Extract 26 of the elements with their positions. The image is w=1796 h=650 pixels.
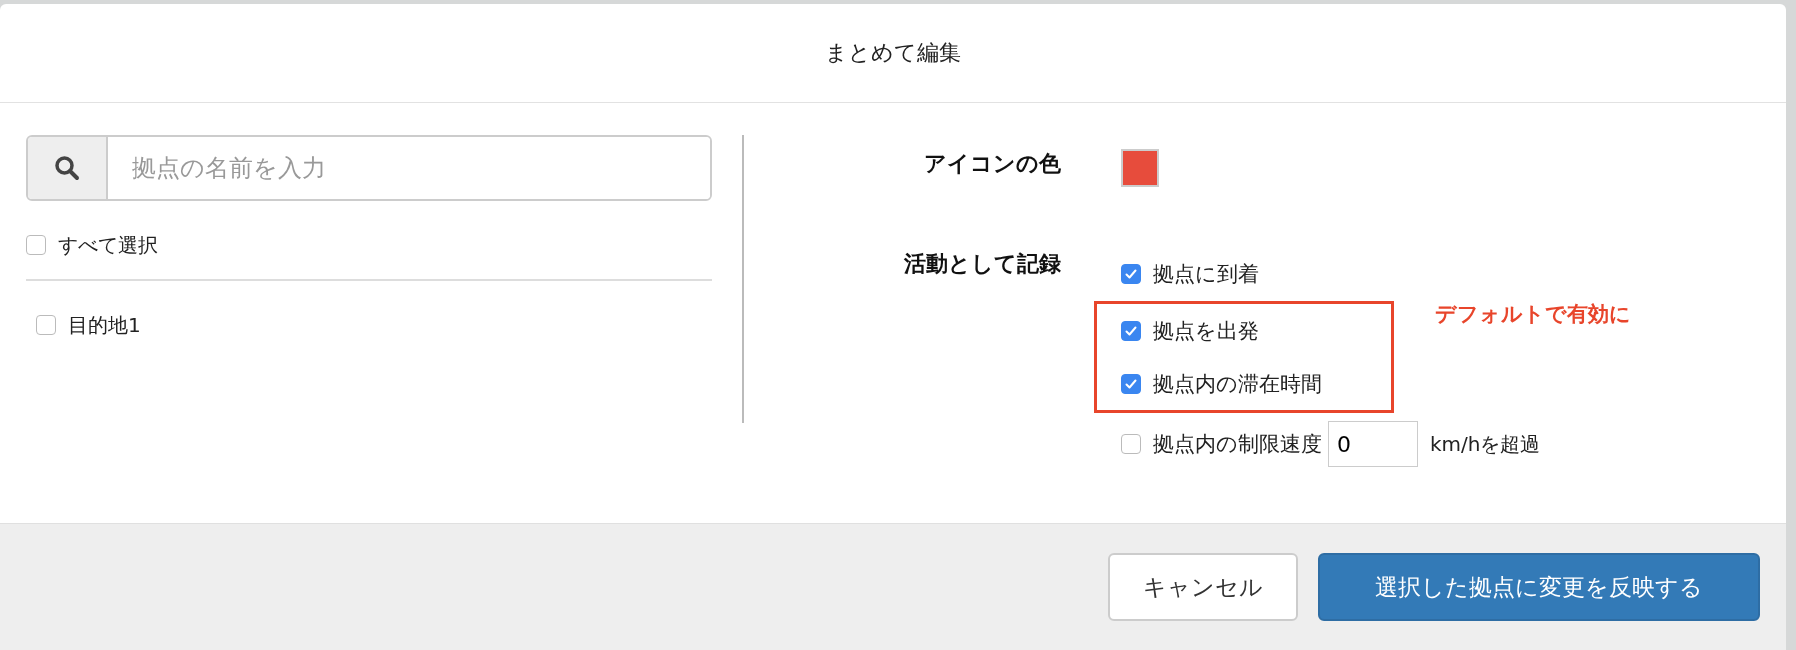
checkbox[interactable] bbox=[36, 315, 56, 335]
search-field[interactable]: 拠点の名前を入力 bbox=[26, 135, 712, 201]
cancel-button[interactable]: キャンセル bbox=[1108, 553, 1298, 621]
checkbox-label: 拠点内の滞在時間 bbox=[1153, 370, 1322, 398]
checkbox[interactable] bbox=[1121, 373, 1141, 394]
checkbox-label: 拠点内の制限速度 bbox=[1153, 431, 1322, 458]
annotation-text: デフォルトで有効に bbox=[1435, 301, 1631, 328]
color-swatch[interactable] bbox=[1121, 149, 1159, 187]
search-icon bbox=[54, 155, 80, 181]
checkbox[interactable] bbox=[26, 235, 46, 255]
checkbox-label: 目的地1 bbox=[68, 311, 141, 339]
checkbox-label: 拠点に到着 bbox=[1153, 261, 1259, 288]
check-icon bbox=[1124, 376, 1138, 391]
speed-input[interactable]: 0 bbox=[1328, 421, 1418, 467]
checkbox-label: すべて選択 bbox=[58, 231, 158, 259]
checkbox-label: 拠点を出発 bbox=[1153, 317, 1259, 345]
apply-button[interactable]: 選択した拠点に変更を反映する bbox=[1318, 553, 1760, 621]
dialog-title: まとめて編集 bbox=[825, 39, 961, 67]
check-icon bbox=[1124, 323, 1138, 338]
unit-label: km/hを超過 bbox=[1430, 430, 1541, 458]
check-icon bbox=[1124, 267, 1138, 281]
checkbox[interactable] bbox=[1121, 434, 1141, 454]
checkbox[interactable] bbox=[1121, 320, 1141, 341]
checkbox[interactable] bbox=[1121, 264, 1141, 284]
field-label: アイコンの色 bbox=[923, 150, 1062, 178]
field-label: 活動として記録 bbox=[903, 250, 1062, 278]
